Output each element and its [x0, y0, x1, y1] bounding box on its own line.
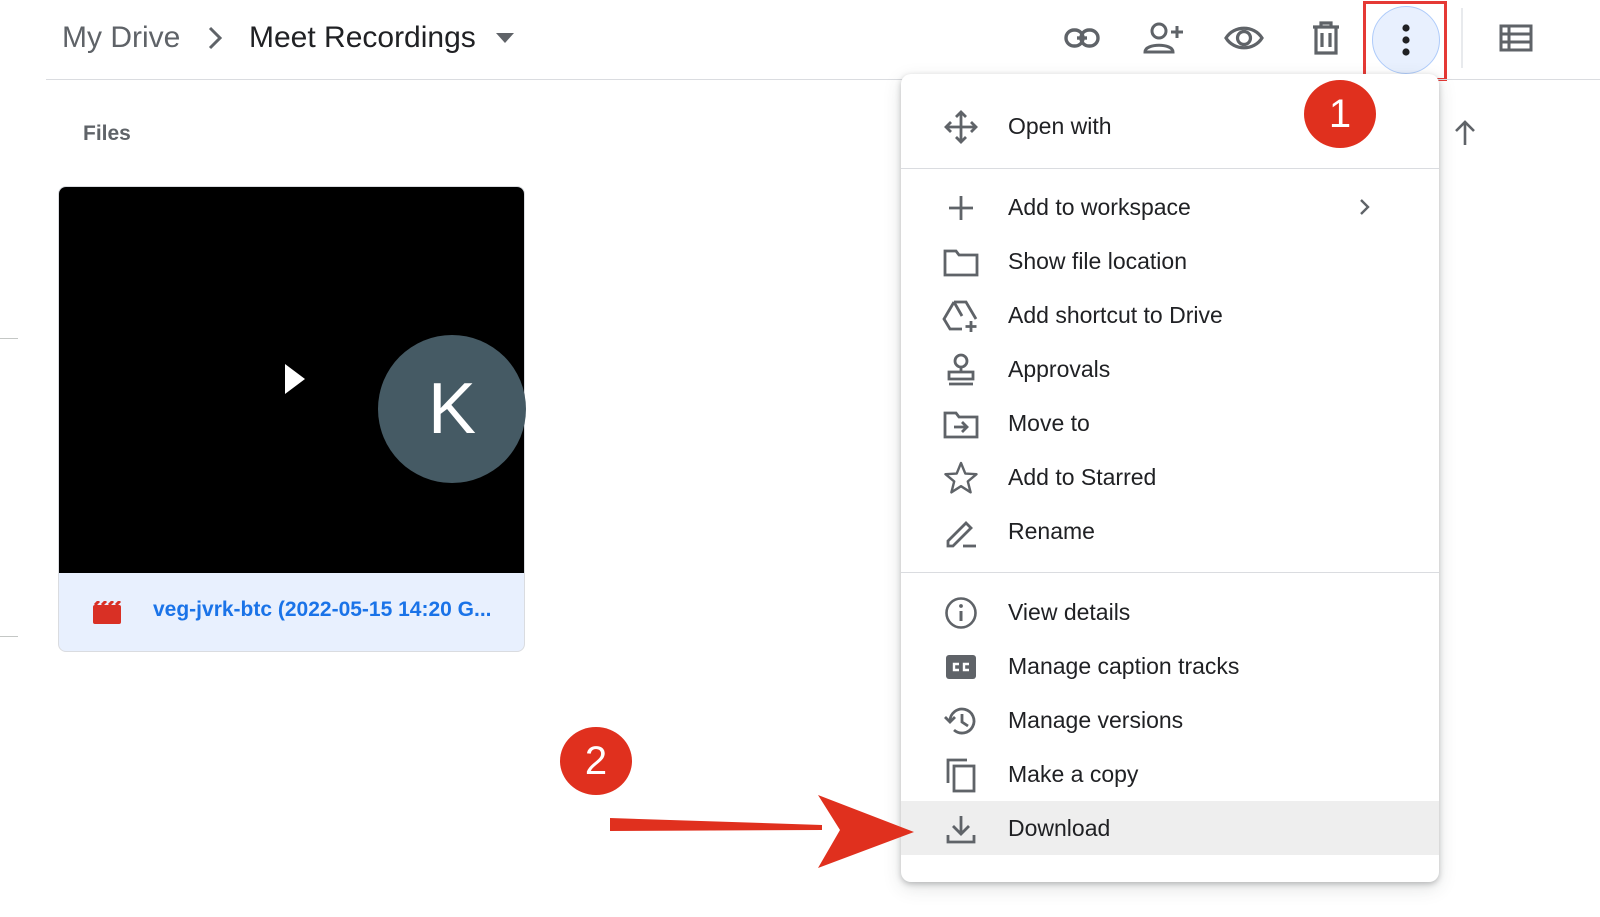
step-2-badge: 2	[560, 727, 632, 795]
toolbar-divider	[1461, 8, 1463, 68]
menu-item-label: Add to workspace	[1008, 194, 1191, 220]
stamp-icon	[941, 353, 981, 387]
download-icon	[941, 812, 981, 846]
eye-icon	[1224, 26, 1264, 50]
arrow-up-icon[interactable]	[1450, 118, 1480, 148]
history-icon	[941, 704, 981, 738]
menu-divider	[901, 168, 1439, 169]
menu-divider	[901, 572, 1439, 573]
menu-item-label: Rename	[1008, 518, 1095, 544]
open-with-icon	[941, 110, 981, 144]
breadcrumb-current-folder[interactable]: Meet Recordings	[249, 18, 476, 58]
info-icon	[941, 596, 981, 630]
menu-item-move-to[interactable]: Move to	[901, 396, 1439, 450]
copy-icon	[941, 758, 981, 793]
plus-icon	[941, 191, 981, 225]
trash-icon	[1313, 21, 1339, 55]
menu-item-manage-versions[interactable]: Manage versions	[901, 693, 1439, 747]
menu-item-label: Show file location	[1008, 248, 1187, 274]
preview-button[interactable]	[1212, 6, 1276, 70]
menu-item-add-to-starred[interactable]: Add to Starred	[901, 450, 1439, 504]
header-bar: My Drive Meet Recordings	[0, 0, 1600, 81]
menu-item-rename[interactable]: Rename	[901, 504, 1439, 558]
remove-button[interactable]	[1294, 6, 1358, 70]
callout-arrow-icon	[610, 795, 914, 868]
play-icon	[285, 364, 305, 394]
edge-divider	[0, 338, 18, 339]
menu-item-label: Add shortcut to Drive	[1008, 302, 1223, 328]
menu-item-label: Move to	[1008, 410, 1090, 436]
menu-item-label: Manage versions	[1008, 707, 1184, 733]
more-vert-icon	[1402, 24, 1410, 56]
chevron-right-icon	[208, 26, 223, 50]
share-button[interactable]	[1131, 6, 1195, 70]
folder-icon	[941, 245, 981, 279]
video-file-icon	[93, 601, 122, 624]
edge-divider	[0, 636, 18, 637]
menu-item-approvals[interactable]: Approvals	[901, 342, 1439, 396]
breadcrumb-my-drive[interactable]: My Drive	[62, 18, 180, 58]
pencil-icon	[941, 515, 981, 549]
menu-item-label: Add to Starred	[1008, 464, 1157, 490]
file-name[interactable]: veg-jvrk-btc (2022-05-15 14:20 G...	[153, 598, 492, 622]
menu-item-manage-caption-tracks[interactable]: Manage caption tracks	[901, 639, 1439, 693]
get-link-button[interactable]	[1050, 6, 1114, 70]
add-person-icon	[1143, 22, 1183, 54]
cc-icon	[941, 650, 981, 684]
caret-down-icon[interactable]	[492, 28, 518, 48]
chevron-right-icon	[1360, 199, 1370, 215]
menu-item-label: Open with	[1008, 113, 1112, 139]
menu-item-label: Download	[1008, 815, 1111, 841]
menu-item-add-shortcut[interactable]: Add shortcut to Drive	[901, 288, 1439, 342]
menu-item-download[interactable]: Download	[901, 801, 1439, 855]
list-view-icon	[1499, 24, 1533, 52]
menu-item-make-a-copy[interactable]: Make a copy	[901, 747, 1439, 801]
menu-item-label: Manage caption tracks	[1008, 653, 1240, 679]
files-section-heading: Files	[83, 122, 131, 145]
more-actions-button[interactable]	[1372, 6, 1440, 74]
menu-item-show-file-location[interactable]: Show file location	[901, 234, 1439, 288]
step-1-badge: 1	[1304, 80, 1376, 148]
menu-item-add-to-workspace[interactable]: Add to workspace	[901, 180, 1439, 234]
star-icon	[941, 461, 981, 495]
more-actions-menu: Open with Add to workspace Show file loc…	[901, 74, 1439, 882]
move-to-folder-icon	[941, 407, 981, 441]
menu-item-label: Make a copy	[1008, 761, 1139, 787]
drive-shortcut-icon	[941, 299, 981, 333]
list-view-button[interactable]	[1484, 6, 1548, 70]
menu-item-label: Approvals	[1008, 356, 1111, 382]
menu-item-label: View details	[1008, 599, 1131, 625]
link-icon	[1064, 28, 1100, 48]
menu-item-view-details[interactable]: View details	[901, 585, 1439, 639]
avatar: K	[378, 335, 526, 483]
